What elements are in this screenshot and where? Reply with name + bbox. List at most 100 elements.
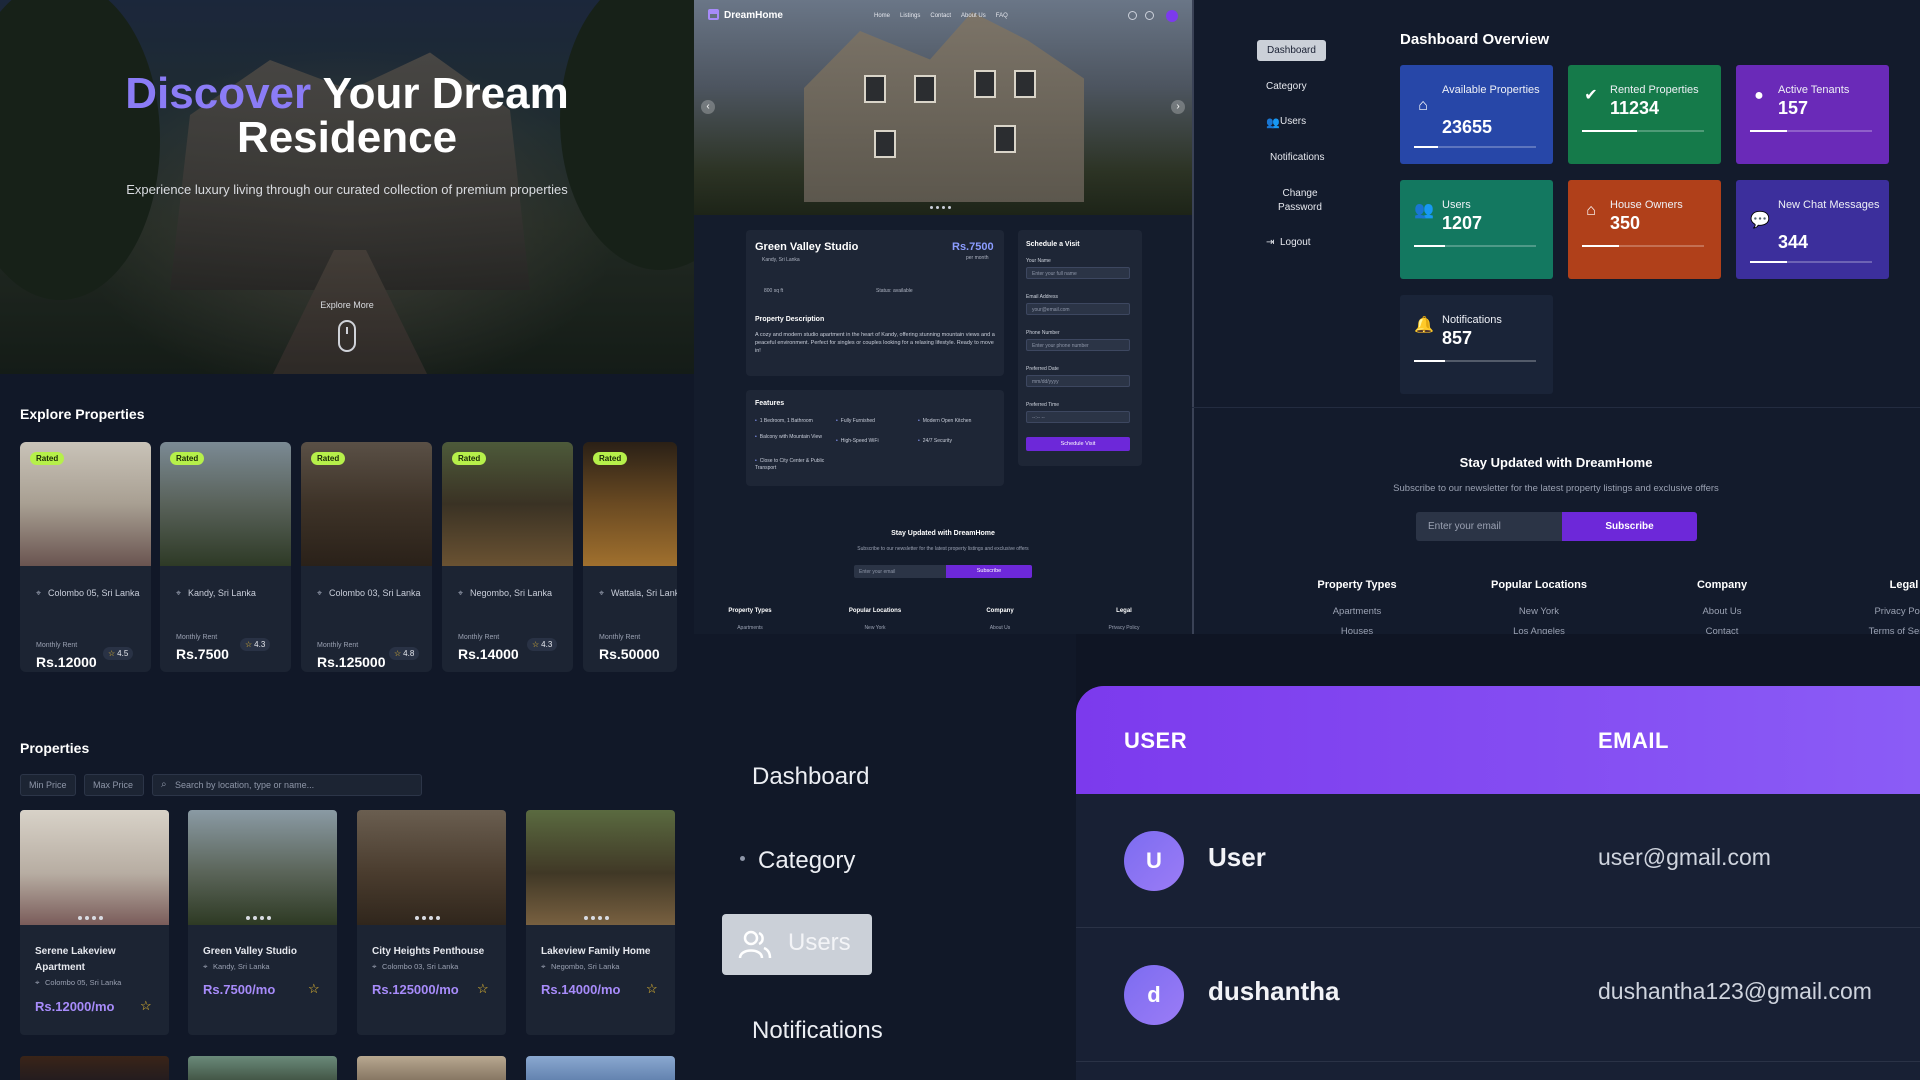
time-label: Preferred Time <box>1026 402 1060 408</box>
nav-home[interactable]: Home <box>874 13 890 19</box>
sidebar-item-users[interactable]: 👥 Users <box>1266 116 1307 129</box>
nav-about[interactable]: About Us <box>961 13 986 19</box>
nav-contact[interactable]: Contact <box>930 13 951 19</box>
property-card[interactable]: Green Valley Studio Kandy, Sri Lanka Rs.… <box>188 810 337 1035</box>
explore-card[interactable]: Rated Colombo 03, Sri Lanka Monthly Rent… <box>301 442 432 672</box>
search-icon: ⌕ <box>161 779 167 790</box>
footer-link[interactable]: New York <box>1464 606 1614 617</box>
footer-link[interactable]: Privacy Policy <box>1829 606 1920 617</box>
subscribe-button[interactable]: Subscribe <box>946 565 1032 578</box>
stat-card-available[interactable]: ⌂ Available Properties 23655 <box>1400 65 1553 164</box>
sidebar-zoom: Dashboard Category Users Notifications <box>694 634 1076 1080</box>
search-input[interactable]: ⌕ Search by location, type or name... <box>152 774 422 796</box>
subscribe-button[interactable]: Subscribe <box>1562 512 1697 541</box>
hero-title-line2: Residence <box>236 113 458 162</box>
property-status: Status: available <box>876 288 913 294</box>
bell-icon[interactable] <box>1145 11 1154 20</box>
time-field[interactable]: --:-- -- <box>1026 411 1130 423</box>
property-card[interactable] <box>20 1056 169 1080</box>
sidebar-item-change-password[interactable]: Change Password <box>1270 187 1330 215</box>
monthly-rent-label: Monthly Rent <box>317 642 359 649</box>
property-card[interactable] <box>188 1056 337 1080</box>
brand-name[interactable]: DreamHome <box>724 10 783 21</box>
footer-link[interactable]: About Us <box>1647 606 1797 617</box>
carousel-dots[interactable] <box>930 206 951 209</box>
sidebar-item-category[interactable]: Category <box>1266 81 1307 92</box>
newsletter-email-input[interactable]: Enter your email <box>1416 512 1562 541</box>
image-dots[interactable] <box>78 916 103 920</box>
sidebar-item-category[interactable]: Category <box>758 847 855 875</box>
property-card[interactable] <box>357 1056 506 1080</box>
footer-link[interactable]: About Us <box>955 625 1045 631</box>
card-location: Wattala, Sri Lanka <box>599 586 677 600</box>
rated-badge: Rated <box>30 452 65 465</box>
stat-card-notifications[interactable]: 🔔 Notifications 857 <box>1400 295 1553 394</box>
stat-card-tenants[interactable]: ● Active Tenants 157 <box>1736 65 1889 164</box>
property-card[interactable]: Serene Lakeview Apartment Colombo 05, Sr… <box>20 810 169 1035</box>
stat-label: Users <box>1442 199 1471 211</box>
max-price-input[interactable]: Max Price <box>84 774 144 796</box>
explore-card[interactable]: Rated Negombo, Sri Lanka Monthly Rent Rs… <box>442 442 573 672</box>
column-header-email[interactable]: EMAIL <box>1598 728 1669 754</box>
carousel-next-button[interactable]: › <box>1171 100 1185 114</box>
sidebar-item-dashboard[interactable]: Dashboard <box>1257 40 1326 61</box>
property-location: Colombo 05, Sri Lanka <box>35 978 121 988</box>
explore-card[interactable]: Rated Wattala, Sri Lanka Monthly Rent Rs… <box>583 442 677 672</box>
property-image <box>20 810 169 925</box>
schedule-visit-form: Schedule a Visit Your Name Enter your fu… <box>1018 230 1142 466</box>
stat-card-owners[interactable]: ⌂ House Owners 350 <box>1568 180 1721 279</box>
favorite-star-icon[interactable]: ☆ <box>308 981 320 997</box>
date-field[interactable]: mm/dd/yyyy <box>1026 375 1130 387</box>
footer-link[interactable]: Privacy Policy <box>1079 625 1169 631</box>
footer-heading: Company <box>1696 579 1748 591</box>
phone-field[interactable]: Enter your phone number <box>1026 339 1130 351</box>
logout-icon: ⇥ <box>1266 237 1275 248</box>
image-dots[interactable] <box>246 916 271 920</box>
property-card[interactable]: City Heights Penthouse Colombo 03, Sri L… <box>357 810 506 1035</box>
min-price-input[interactable]: Min Price <box>20 774 76 796</box>
stat-label: Available Properties <box>1442 84 1540 96</box>
stat-card-chat[interactable]: 💬 New Chat Messages 344 <box>1736 180 1889 279</box>
favorite-star-icon[interactable]: ☆ <box>646 981 658 997</box>
table-row[interactable]: d dushantha dushantha123@gmail.com <box>1076 928 1920 1062</box>
nav-listings[interactable]: Listings <box>900 13 920 19</box>
footer-link[interactable]: Terms of Service <box>1829 626 1920 634</box>
explore-card[interactable]: Rated Colombo 05, Sri Lanka Monthly Rent… <box>20 442 151 672</box>
property-description: A cozy and modern studio apartment in th… <box>755 332 995 354</box>
footer-link[interactable]: Apartments <box>1282 606 1432 617</box>
globe-icon[interactable] <box>1128 11 1137 20</box>
email-field[interactable]: your@email.com <box>1026 303 1130 315</box>
name-field[interactable]: Enter your full name <box>1026 267 1130 279</box>
avatar[interactable] <box>1166 10 1178 22</box>
nav-faq[interactable]: FAQ <box>996 13 1008 19</box>
column-header-user[interactable]: USER <box>1124 728 1187 754</box>
footer-link[interactable]: New York <box>830 625 920 631</box>
schedule-visit-button[interactable]: Schedule Visit <box>1026 437 1130 451</box>
favorite-star-icon[interactable]: ☆ <box>140 998 152 1014</box>
sidebar-item-logout[interactable]: ⇥ Logout <box>1266 237 1311 248</box>
home-logo-icon <box>708 9 719 20</box>
table-row[interactable]: U User user@gmail.com <box>1076 794 1920 928</box>
sidebar-item-label: Users <box>1280 116 1307 127</box>
footer-link[interactable]: Houses <box>1282 626 1432 634</box>
stat-card-users[interactable]: 👥 Users 1207 <box>1400 180 1553 279</box>
scroll-mouse-icon[interactable] <box>338 320 356 352</box>
image-dots[interactable] <box>415 916 440 920</box>
favorite-star-icon[interactable]: ☆ <box>477 981 489 997</box>
carousel-prev-button[interactable]: ‹ <box>701 100 715 114</box>
sidebar-item-dashboard[interactable]: Dashboard <box>752 763 869 791</box>
explore-more-link[interactable]: Explore More <box>0 300 694 310</box>
footer-link[interactable]: Los Angeles <box>1464 626 1614 634</box>
sidebar-item-notifications[interactable]: Notifications <box>752 1017 883 1045</box>
stat-card-rented[interactable]: ✔ Rented Properties 11234 <box>1568 65 1721 164</box>
footer-link[interactable]: Apartments <box>705 625 795 631</box>
newsletter-email-input[interactable]: Enter your email <box>854 565 946 578</box>
property-name: Lakeview Family Home <box>541 946 651 957</box>
newsletter-subtitle: Subscribe to our newsletter for the late… <box>1393 483 1719 494</box>
property-card[interactable] <box>526 1056 675 1080</box>
sidebar-item-notifications[interactable]: Notifications <box>1270 152 1324 163</box>
property-card[interactable]: Lakeview Family Home Negombo, Sri Lanka … <box>526 810 675 1035</box>
image-dots[interactable] <box>584 916 609 920</box>
footer-link[interactable]: Contact <box>1647 626 1797 634</box>
explore-card[interactable]: Rated Kandy, Sri Lanka Monthly Rent Rs.7… <box>160 442 291 672</box>
